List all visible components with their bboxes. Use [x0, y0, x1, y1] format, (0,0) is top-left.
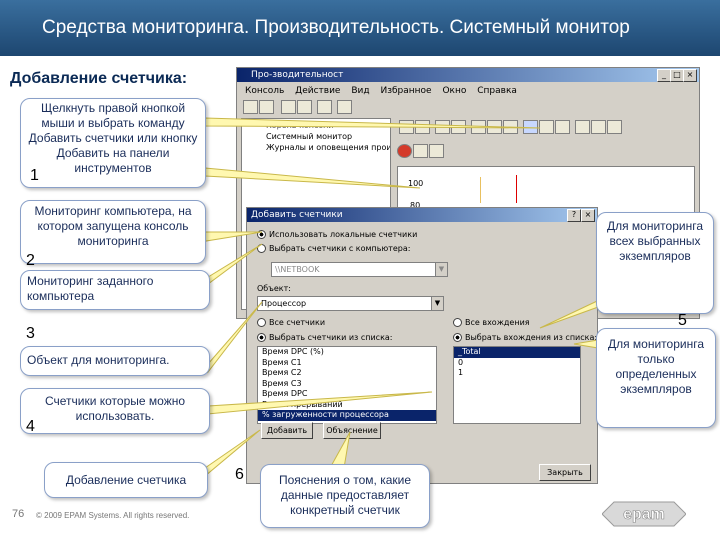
callout-2b-text: Мониторинг заданного компьютера	[27, 274, 154, 303]
step-number-1: 1	[30, 167, 39, 184]
epam-logo: epam	[602, 501, 686, 527]
logo-text: epam	[623, 506, 665, 523]
callout-2: Мониторинг компьютера, на котором запуще…	[20, 200, 206, 264]
callout-3: Объект для мониторинга.	[20, 346, 210, 376]
callout-right-bottom: Для мониторинга только определенных экзе…	[596, 328, 716, 428]
callout-2b: Мониторинг заданного компьютера	[20, 270, 210, 310]
connector-right-bottom	[573, 339, 599, 349]
callout-6: Пояснения о том, какие данные предоставл…	[260, 464, 430, 528]
step-number-2: 2	[26, 252, 35, 269]
step-number-3: 3	[26, 325, 35, 342]
step-number-4: 4	[26, 418, 35, 435]
callout-right-top: Для мониторинга всех выбранных экземпляр…	[596, 212, 714, 314]
callout-right-bottom-text: Для мониторинга только определенных экзе…	[607, 337, 705, 396]
callout-2-text: Мониторинг компьютера, на котором запуще…	[34, 204, 192, 248]
connector-1	[204, 117, 541, 129]
callout-4: Счетчики которые можно использовать.	[20, 388, 210, 434]
connector-5	[204, 429, 261, 478]
page-number: 76	[12, 508, 25, 520]
callout-5-text: Добавление счетчика	[65, 473, 187, 487]
callout-3-text: Объект для мониторинга.	[27, 353, 170, 367]
callout-4-text: Счетчики которые можно использовать.	[44, 394, 186, 423]
connector-3	[207, 301, 263, 374]
callout-1-text: Щелкнуть правой кнопкой мыши и выбрать к…	[28, 101, 198, 175]
callout-1: Щелкнуть правой кнопкой мыши и выбрать к…	[20, 98, 206, 188]
callout-right-top-text: Для мониторинга всех выбранных экземпляр…	[606, 219, 704, 263]
connector-1b	[204, 167, 421, 189]
callout-6-text: Пояснения о том, какие данные предоставл…	[278, 473, 412, 517]
connector-4	[207, 391, 433, 415]
connector-2	[199, 231, 263, 243]
copyright: © 2009 EPAM Systems. All rights reserved…	[36, 511, 190, 520]
step-number-6: 6	[235, 466, 244, 483]
connector-6	[329, 431, 351, 469]
callout-5: Добавление счетчика	[44, 462, 208, 498]
